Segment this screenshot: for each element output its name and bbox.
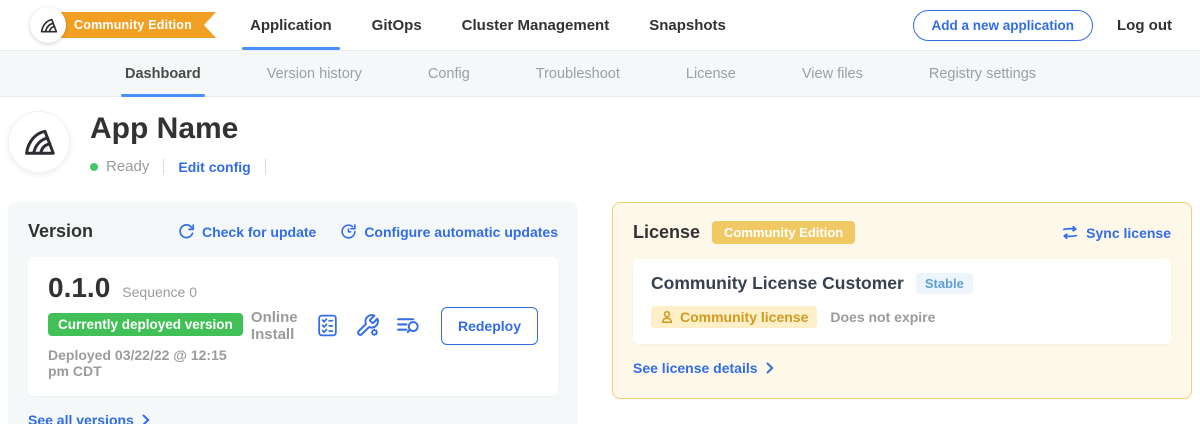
license-type-badge: Community license	[651, 306, 817, 328]
version-actions: Online Install	[251, 307, 538, 345]
tab-snapshots[interactable]: Snapshots	[649, 0, 726, 50]
subnav-item-registry-settings[interactable]: Registry settings	[929, 51, 1036, 96]
see-all-versions-link[interactable]: See all versions	[28, 412, 150, 424]
version-card-header: Version Check for update	[28, 221, 558, 242]
community-edition-ribbon: Community Edition	[56, 12, 216, 38]
subnav-item-dashboard[interactable]: Dashboard	[125, 51, 201, 96]
top-nav: Community Edition Application GitOps Clu…	[0, 0, 1200, 50]
logout-button[interactable]: Log out	[1117, 17, 1172, 34]
expiration-text: Does not expire	[830, 309, 935, 325]
view-logs-icon[interactable]	[395, 313, 421, 338]
subnav-item-config[interactable]: Config	[428, 51, 470, 96]
config-tools-icon[interactable]	[355, 313, 380, 338]
subnav-item-view-files[interactable]: View files	[802, 51, 863, 96]
license-card-title: License	[633, 222, 700, 243]
preflight-checks-icon[interactable]	[315, 313, 340, 338]
see-license-details-link[interactable]: See license details	[633, 360, 774, 376]
app-header: App Name Ready Edit config	[8, 110, 1192, 175]
configure-automatic-updates-link[interactable]: Configure automatic updates	[340, 223, 558, 240]
check-for-update-link[interactable]: Check for update	[178, 223, 316, 240]
add-new-application-button[interactable]: Add a new application	[913, 10, 1094, 41]
redeploy-button[interactable]: Redeploy	[441, 307, 538, 345]
customer-row: Community License Customer Stable	[651, 273, 1153, 294]
sync-arrows-icon	[1061, 225, 1079, 240]
subnav-item-license[interactable]: License	[686, 51, 736, 96]
install-type-label: Online Install	[251, 309, 298, 343]
version-number: 0.1.0	[48, 272, 110, 304]
tab-cluster-management[interactable]: Cluster Management	[462, 0, 610, 50]
edit-config-link[interactable]: Edit config	[178, 159, 250, 175]
auto-update-clock-icon	[340, 223, 357, 240]
brand: Community Edition	[30, 7, 216, 43]
tab-application[interactable]: Application	[250, 0, 332, 50]
deployed-timestamp: Deployed 03/22/22 @ 12:15 pm CDT	[48, 347, 251, 379]
status-text: Ready	[106, 158, 149, 175]
refresh-icon	[178, 223, 195, 240]
top-tabs: Application GitOps Cluster Management Sn…	[250, 0, 726, 50]
dashboard-cards: Version Check for update	[8, 202, 1192, 424]
sub-nav: Dashboard Version history Config Trouble…	[0, 50, 1200, 97]
tab-gitops[interactable]: GitOps	[372, 0, 422, 50]
subnav-item-version-history[interactable]: Version history	[267, 51, 362, 96]
community-edition-badge: Community Edition	[712, 221, 855, 244]
version-number-row: 0.1.0 Sequence 0	[48, 272, 251, 304]
replicated-logo-icon	[20, 123, 58, 161]
license-card-header: License Community Edition Sync license	[633, 221, 1171, 244]
divider	[265, 159, 266, 175]
sequence-label: Sequence 0	[122, 284, 197, 300]
app-status-row: Ready Edit config	[90, 158, 280, 175]
app-title-block: App Name Ready Edit config	[90, 110, 280, 175]
version-card: Version Check for update	[8, 202, 578, 424]
version-info: 0.1.0 Sequence 0 Currently deployed vers…	[48, 272, 251, 379]
license-details-panel: Community License Customer Stable Commun…	[633, 259, 1171, 344]
currently-deployed-badge: Currently deployed version	[48, 313, 243, 336]
version-card-links: Check for update Configure automatic upd…	[178, 223, 558, 240]
replicated-logo-icon	[30, 7, 66, 43]
main-content: App Name Ready Edit config Version	[0, 110, 1200, 424]
customer-name: Community License Customer	[651, 273, 904, 294]
subnav-item-troubleshoot[interactable]: Troubleshoot	[536, 51, 620, 96]
chevron-right-icon	[142, 414, 150, 424]
person-icon	[660, 310, 674, 324]
current-version-panel: 0.1.0 Sequence 0 Currently deployed vers…	[28, 257, 558, 396]
channel-badge: Stable	[916, 273, 973, 294]
app-avatar	[8, 111, 70, 173]
chevron-right-icon	[766, 362, 774, 374]
license-card: License Community Edition Sync license C…	[612, 202, 1192, 399]
status-dot	[90, 163, 98, 171]
version-card-title: Version	[28, 221, 93, 242]
page-title: App Name	[90, 112, 280, 146]
license-meta-row: Community license Does not expire	[651, 306, 1153, 328]
divider	[163, 159, 164, 175]
sync-license-link[interactable]: Sync license	[1061, 225, 1171, 241]
